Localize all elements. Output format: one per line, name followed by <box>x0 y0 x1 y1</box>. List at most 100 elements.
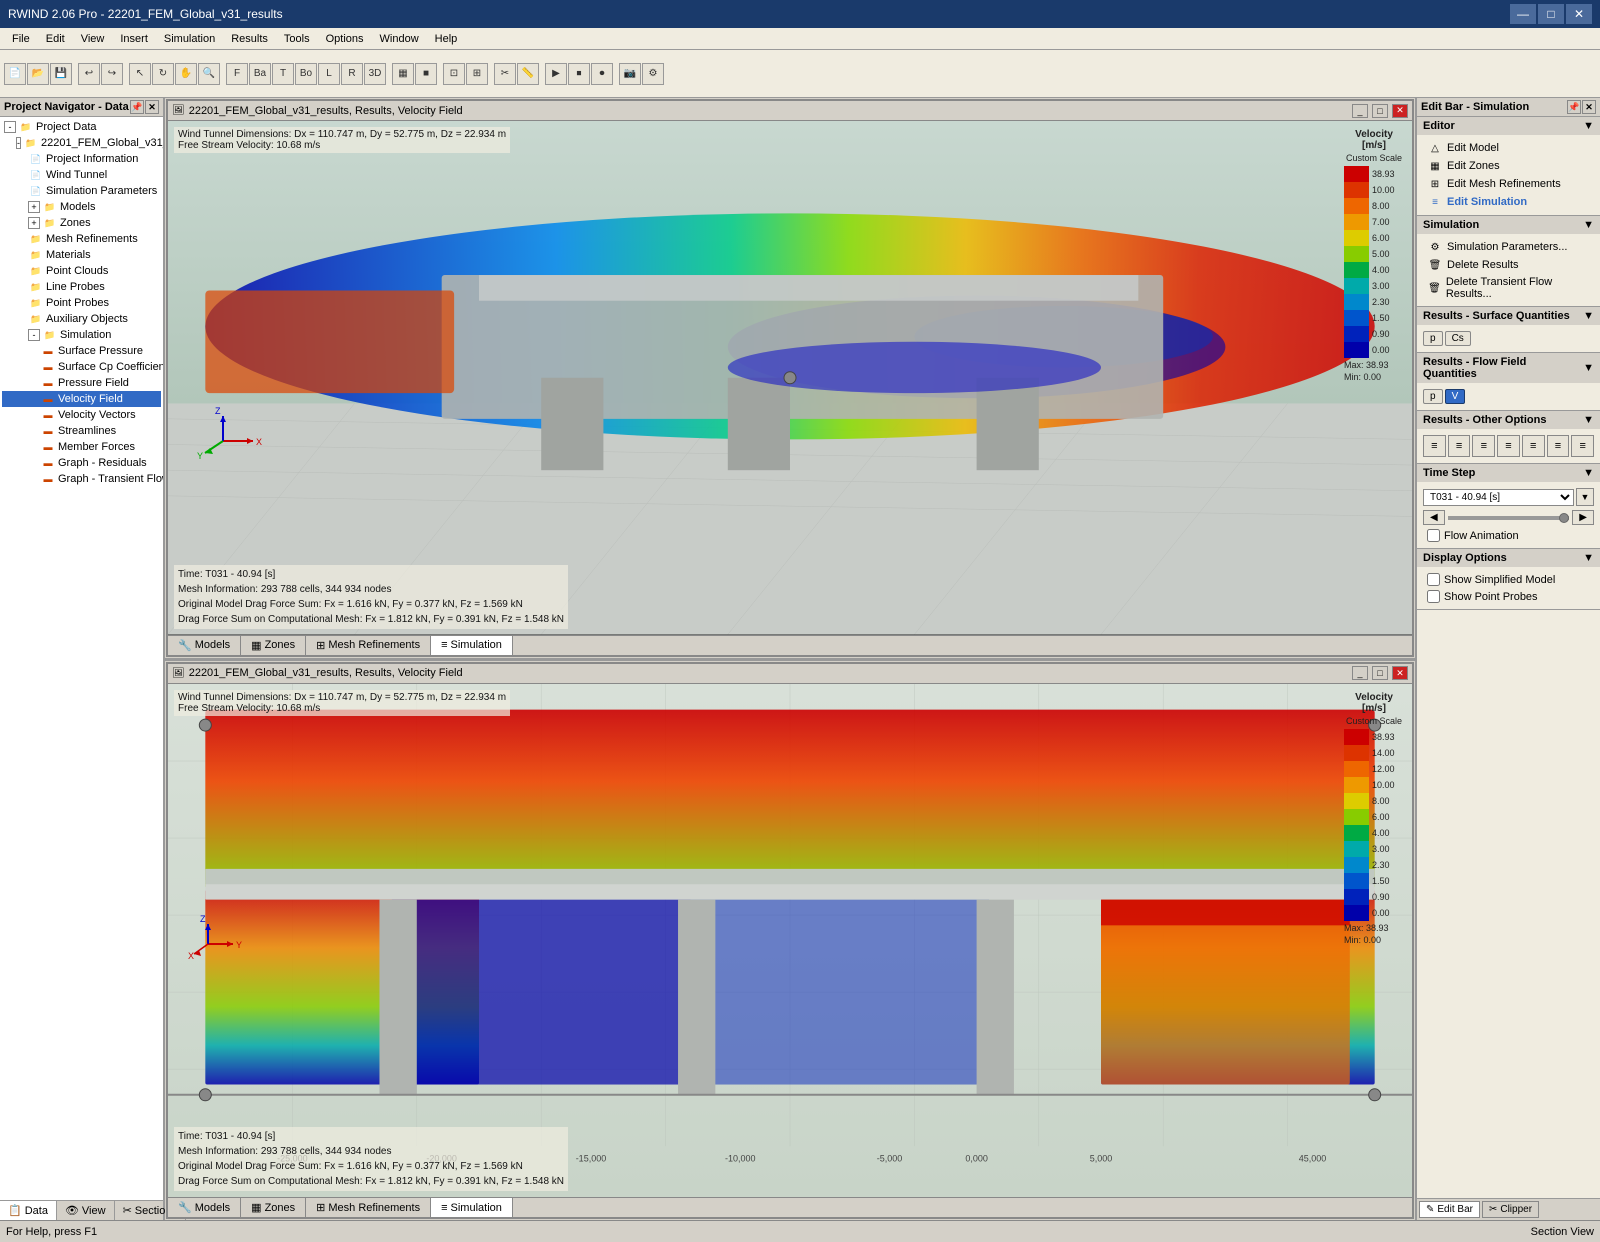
tb-settings[interactable]: ⚙ <box>642 63 664 85</box>
expand-icon[interactable]: - <box>16 137 21 149</box>
expand-icon[interactable]: - <box>28 329 40 341</box>
other-btn-2[interactable]: ≡ <box>1448 435 1471 457</box>
tb-screenshot[interactable]: 📷 <box>619 63 641 85</box>
maximize-button[interactable]: □ <box>1538 4 1564 24</box>
tree-item-pressure-field[interactable]: ▬ Pressure Field <box>2 375 161 391</box>
other-btn-3[interactable]: ≡ <box>1472 435 1495 457</box>
other-btn-7[interactable]: ≡ <box>1571 435 1594 457</box>
tree-item-zones[interactable]: + 📁 Zones <box>2 215 161 231</box>
tb-fit-all[interactable]: ⊡ <box>443 63 465 85</box>
tree-item-wind-tunnel[interactable]: 📄 Wind Tunnel <box>2 167 161 183</box>
timestep-expand-btn[interactable]: ▼ <box>1576 488 1594 506</box>
tb-select[interactable]: ↖ <box>129 63 151 85</box>
edit-bar-btn[interactable]: ✎ Edit Bar <box>1419 1201 1480 1218</box>
other-btn-1[interactable]: ≡ <box>1423 435 1446 457</box>
tree-item-line-probes[interactable]: 📁 Line Probes <box>2 279 161 295</box>
other-btn-4[interactable]: ≡ <box>1497 435 1520 457</box>
vp-top-tab-sim[interactable]: ≡ Simulation <box>431 636 513 655</box>
tree-item-surface-pressure[interactable]: ▬ Surface Pressure <box>2 343 161 359</box>
menu-insert[interactable]: Insert <box>112 31 156 47</box>
tree-item-simulation[interactable]: - 📁 Simulation <box>2 327 161 343</box>
tree-item-point-clouds[interactable]: 📁 Point Clouds <box>2 263 161 279</box>
ts-nav-next[interactable]: ▶ <box>1572 510 1594 525</box>
tab-view[interactable]: 👁 View <box>57 1201 115 1220</box>
tree-item-project-data[interactable]: - 📁 Project Data <box>2 119 161 135</box>
menu-results[interactable]: Results <box>223 31 276 47</box>
tree-item-point-probes[interactable]: 📁 Point Probes <box>2 295 161 311</box>
viewport-top-scene[interactable]: X Z Y Wind Tunnel Dimensions <box>168 121 1412 635</box>
tb-fit-selected[interactable]: ⊞ <box>466 63 488 85</box>
flow-velocity-btn[interactable]: V <box>1445 389 1466 404</box>
viewport-bottom-scene[interactable]: -25,000 -20,000 -15,000 -10,000 -5,000 0… <box>168 684 1412 1198</box>
tree-item-velocity-vectors[interactable]: ▬ Velocity Vectors <box>2 407 161 423</box>
menu-view[interactable]: View <box>73 31 113 47</box>
editor-edit-simulation[interactable]: ≡ Edit Simulation <box>1423 193 1594 211</box>
tb-view-back[interactable]: Ba <box>249 63 271 85</box>
tree-item-project[interactable]: - 📁 22201_FEM_Global_v31_res... <box>2 135 161 151</box>
tb-view-left[interactable]: L <box>318 63 340 85</box>
tree-item-surface-cp[interactable]: ▬ Surface Cp Coefficient <box>2 359 161 375</box>
viewport-bottom-maximize[interactable]: □ <box>1372 666 1388 680</box>
left-panel-pin[interactable]: 📌 <box>130 100 144 114</box>
editor-section-title[interactable]: Editor ▼ <box>1417 117 1600 135</box>
viewport-top-close[interactable]: ✕ <box>1392 104 1408 118</box>
tb-rotate[interactable]: ↻ <box>152 63 174 85</box>
tb-view-iso[interactable]: 3D <box>364 63 386 85</box>
editor-edit-mesh[interactable]: ⊞ Edit Mesh Refinements <box>1423 175 1594 193</box>
menu-window[interactable]: Window <box>372 31 427 47</box>
editor-edit-zones[interactable]: ▦ Edit Zones <box>1423 157 1594 175</box>
viewport-bottom-minimize[interactable]: _ <box>1352 666 1368 680</box>
tree-item-models[interactable]: + 📁 Models <box>2 199 161 215</box>
show-simplified-checkbox[interactable] <box>1427 573 1440 586</box>
tree-item-sim-params[interactable]: 📄 Simulation Parameters <box>2 183 161 199</box>
simulation-section-title[interactable]: Simulation ▼ <box>1417 216 1600 234</box>
tb-view-top[interactable]: T <box>272 63 294 85</box>
tb-solid[interactable]: ■ <box>415 63 437 85</box>
tree-item-mesh-refinements[interactable]: 📁 Mesh Refinements <box>2 231 161 247</box>
tb-record[interactable]: ⏺ <box>591 63 613 85</box>
tb-wireframe[interactable]: ▦ <box>392 63 414 85</box>
vp-bottom-tab-sim[interactable]: ≡ Simulation <box>431 1198 513 1217</box>
menu-file[interactable]: File <box>4 31 38 47</box>
surface-cp-btn[interactable]: Cs <box>1445 331 1471 346</box>
vp-top-tab-zones[interactable]: ▦ Zones <box>241 636 306 655</box>
show-point-probes-checkbox[interactable] <box>1427 590 1440 603</box>
expand-icon[interactable]: - <box>4 121 16 133</box>
tb-open[interactable]: 📂 <box>27 63 49 85</box>
right-panel-pin[interactable]: 📌 <box>1567 100 1581 114</box>
other-btn-5[interactable]: ≡ <box>1522 435 1545 457</box>
flow-animation-checkbox[interactable] <box>1427 529 1440 542</box>
menu-simulation[interactable]: Simulation <box>156 31 223 47</box>
close-button[interactable]: ✕ <box>1566 4 1592 24</box>
tb-measure[interactable]: 📏 <box>517 63 539 85</box>
menu-options[interactable]: Options <box>318 31 372 47</box>
vp-top-tab-models[interactable]: 🔧 Models <box>168 636 241 655</box>
viewport-top-minimize[interactable]: _ <box>1352 104 1368 118</box>
tree-item-materials[interactable]: 📁 Materials <box>2 247 161 263</box>
timestep-select[interactable]: T031 - 40.94 [s] T030 - 39.94 [s] T029 -… <box>1423 489 1574 506</box>
expand-icon[interactable]: + <box>28 217 40 229</box>
sim-delete-results[interactable]: 🗑 Delete Results <box>1423 256 1594 274</box>
expand-icon[interactable]: + <box>28 201 40 213</box>
tree-item-project-info[interactable]: 📄 Project Information <box>2 151 161 167</box>
tb-play[interactable]: ▶ <box>545 63 567 85</box>
sim-delete-transient[interactable]: 🗑 Delete Transient Flow Results... <box>1423 274 1594 302</box>
tb-zoom[interactable]: 🔍 <box>198 63 220 85</box>
tree-item-streamlines[interactable]: ▬ Streamlines <box>2 423 161 439</box>
menu-help[interactable]: Help <box>427 31 466 47</box>
display-options-title[interactable]: Display Options ▼ <box>1417 549 1600 567</box>
surface-pressure-btn[interactable]: p <box>1423 331 1443 346</box>
viewport-bottom-content[interactable]: -25,000 -20,000 -15,000 -10,000 -5,000 0… <box>168 684 1412 1198</box>
viewport-divider[interactable] <box>165 658 1415 661</box>
tb-pan[interactable]: ✋ <box>175 63 197 85</box>
tb-clip[interactable]: ✂ <box>494 63 516 85</box>
tb-view-right[interactable]: R <box>341 63 363 85</box>
viewport-top-maximize[interactable]: □ <box>1372 104 1388 118</box>
tree-item-graph-transient[interactable]: ▬ Graph - Transient Flow <box>2 471 161 487</box>
results-other-title[interactable]: Results - Other Options ▼ <box>1417 411 1600 429</box>
right-panel-close[interactable]: ✕ <box>1582 100 1596 114</box>
viewport-top-content[interactable]: X Z Y Wind Tunnel Dimensions <box>168 121 1412 635</box>
vp-bottom-tab-mesh[interactable]: ⊞ Mesh Refinements <box>306 1198 431 1217</box>
menu-tools[interactable]: Tools <box>276 31 318 47</box>
tb-new[interactable]: 📄 <box>4 63 26 85</box>
